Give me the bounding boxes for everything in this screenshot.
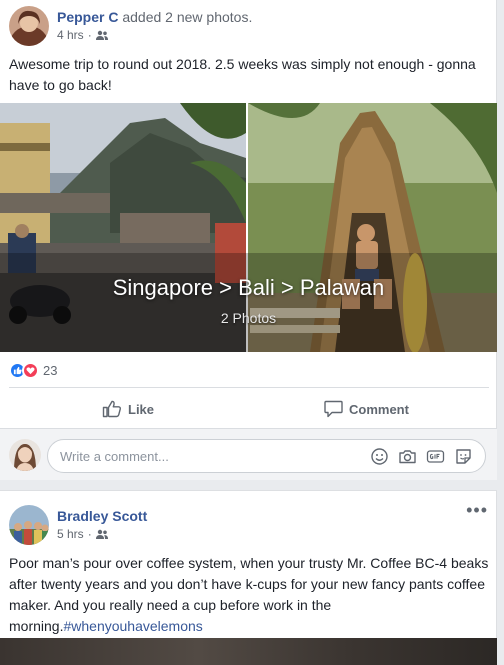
photo-album[interactable]: Singapore > Bali > Palawan 2 Photos [0, 103, 497, 352]
friends-icon[interactable] [95, 529, 108, 539]
reactions-divider [9, 387, 489, 388]
comment-icon [324, 400, 343, 418]
gif-icon[interactable] [426, 447, 445, 466]
comment-input[interactable]: Write a comment... [47, 439, 486, 473]
meta-separator: · [87, 527, 92, 541]
like-label[interactable]: Like [128, 402, 154, 417]
post-card-pepper: Pepper C added 2 new photos. 4 hrs · Awe… [0, 0, 497, 480]
reaction-count[interactable]: 23 [43, 363, 57, 378]
love-reaction-icon[interactable] [22, 361, 39, 379]
comment-placeholder[interactable]: Write a comment... [60, 449, 169, 464]
thumbs-up-icon [102, 400, 121, 418]
sticker-icon[interactable] [454, 447, 473, 466]
post-action-text: added 2 new photos. [122, 9, 253, 25]
post-meta: 5 hrs · [57, 527, 108, 541]
post-timestamp[interactable]: 5 hrs [57, 527, 84, 541]
post-timestamp[interactable]: 4 hrs [57, 28, 84, 42]
comment-label[interactable]: Comment [349, 402, 409, 417]
reaction-summary[interactable]: 23 [9, 361, 57, 379]
post-photo-preview[interactable] [0, 638, 497, 665]
meta-separator: · [87, 28, 92, 42]
author-avatar[interactable] [9, 6, 49, 46]
emoji-icon[interactable] [370, 447, 389, 466]
comment-composer: Write a comment... [0, 428, 497, 480]
camera-icon[interactable] [398, 447, 417, 466]
post-meta: 4 hrs · [57, 28, 108, 42]
like-button[interactable]: Like [102, 395, 154, 423]
post-body-text: Poor man’s pour over coffee system, when… [9, 553, 489, 637]
current-user-avatar[interactable] [9, 439, 41, 471]
album-title[interactable]: Singapore > Bali > Palawan [0, 275, 497, 301]
author-name[interactable]: Bradley Scott [57, 508, 147, 524]
author-name[interactable]: Pepper C added 2 new photos. [57, 9, 252, 25]
post-options-button[interactable]: ••• [466, 501, 488, 519]
post-body-text: Awesome trip to round out 2018. 2.5 week… [9, 56, 476, 93]
author-name-text[interactable]: Pepper C [57, 9, 118, 25]
friends-icon[interactable] [95, 30, 108, 40]
comment-button[interactable]: Comment [324, 395, 409, 423]
hashtag-link[interactable]: #whenyouhavelemons [63, 618, 202, 634]
author-avatar[interactable] [9, 505, 49, 545]
album-photo-count: 2 Photos [220, 310, 277, 326]
comment-attachment-icons [370, 447, 473, 466]
album-overlay[interactable]: Singapore > Bali > Palawan 2 Photos [0, 103, 497, 352]
